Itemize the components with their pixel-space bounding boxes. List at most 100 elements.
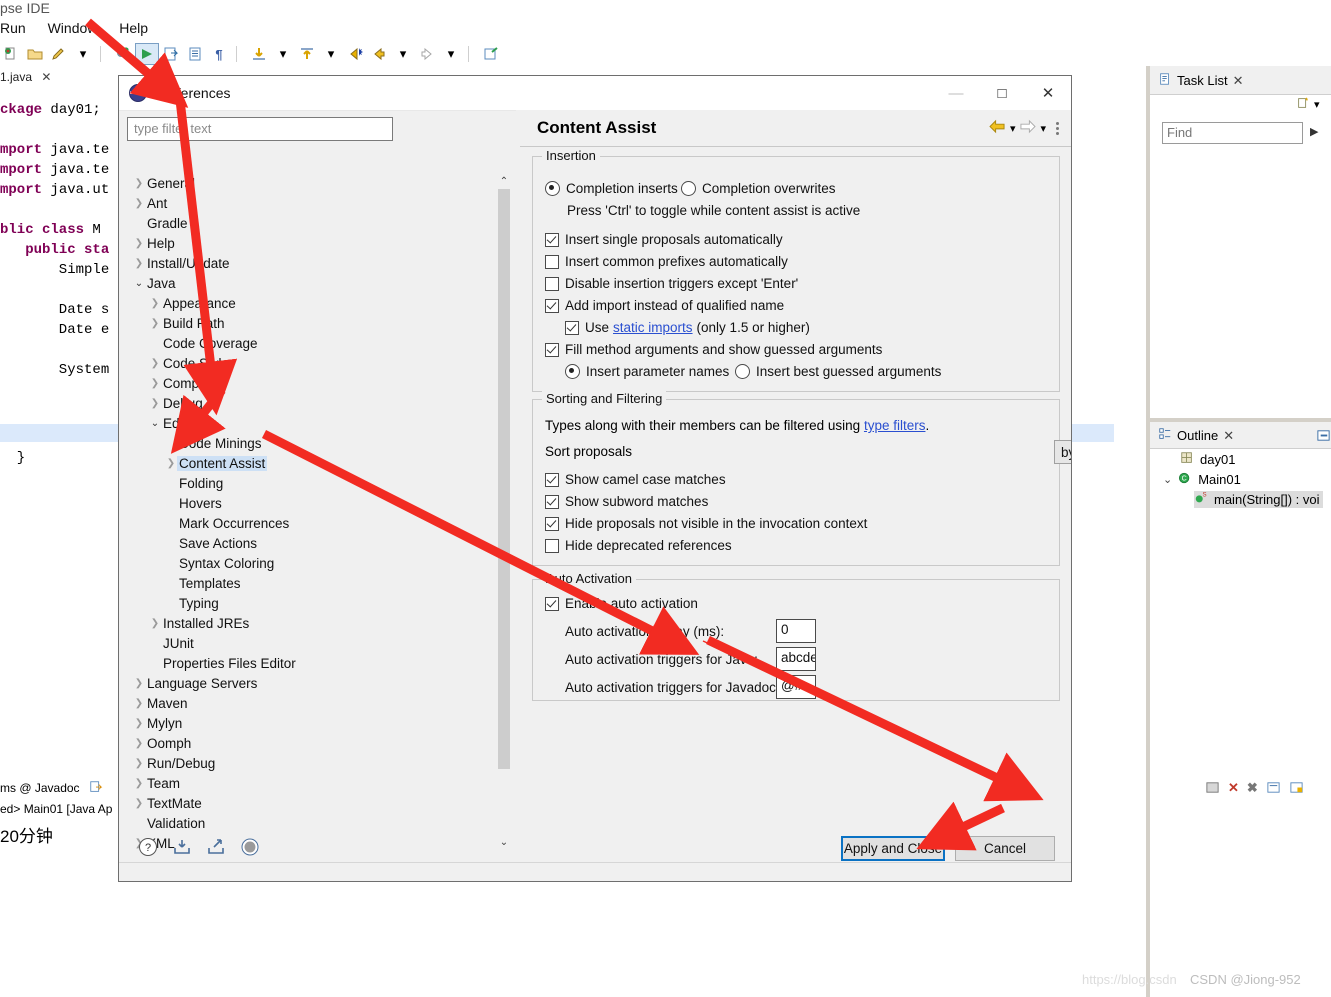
last-edit-icon[interactable] [344, 44, 366, 64]
tree-item-gradle[interactable]: Gradle [127, 213, 395, 233]
help-icon[interactable]: ? [137, 836, 159, 858]
tree-item-hovers[interactable]: Hovers [127, 493, 395, 513]
chevron-down-icon[interactable]: ▾ [440, 44, 462, 64]
external-tools-icon[interactable] [160, 44, 182, 64]
radio-completion-inserts[interactable]: Completion inserts [545, 181, 678, 196]
chevron-right-icon[interactable]: ❯ [133, 178, 145, 189]
chevron-right-icon[interactable]: ❯ [133, 798, 145, 809]
tree-item-junit[interactable]: JUnit [127, 633, 395, 653]
next-annotation-icon[interactable] [248, 44, 270, 64]
outline-row-main01[interactable]: ⌄ C Main01 [1163, 471, 1241, 488]
chevron-right-icon[interactable]: ❯ [133, 198, 145, 209]
tree-item-syntax-coloring[interactable]: Syntax Coloring [127, 553, 395, 573]
checkbox-insert-common-prefixes[interactable]: Insert common prefixes automatically [545, 254, 788, 269]
back-icon[interactable] [368, 44, 390, 64]
tree-item-language-servers[interactable]: ❯ Language Servers [127, 673, 395, 693]
code-editor-text[interactable]: ckage day01; mport java.te mport java.te… [0, 100, 120, 380]
filter-input[interactable]: type filter text [127, 117, 393, 141]
outline-row-day01[interactable]: day01 [1180, 451, 1235, 468]
sort-proposals-select[interactable]: by relevance ⌄ [1054, 440, 1071, 464]
tree-item-templates[interactable]: Templates [127, 573, 395, 593]
open-console-icon[interactable] [1289, 780, 1304, 798]
pencil-icon[interactable] [48, 44, 70, 64]
dialog-footer-icons[interactable]: ? [137, 836, 261, 858]
tree-item-folding[interactable]: Folding [127, 473, 395, 493]
checkbox-enable-auto-activation[interactable]: Enable auto activation [545, 596, 698, 611]
type-filters-link[interactable]: type filters [864, 418, 926, 433]
tree-item-install-update[interactable]: ❯ Install/Update [127, 253, 395, 273]
tree-item-save-actions[interactable]: Save Actions [127, 533, 395, 553]
chevron-right-icon[interactable]: ❯ [149, 318, 161, 329]
eclipse-circle-icon[interactable] [239, 836, 261, 858]
chevron-right-icon[interactable]: ❯ [133, 698, 145, 709]
chevron-down-icon[interactable]: ⌄ [133, 278, 145, 289]
tree-item-java[interactable]: ⌄ Java [127, 273, 395, 293]
chevron-down-icon[interactable]: ▾ [1010, 122, 1016, 135]
tree-item-code-coverage[interactable]: Code Coverage [127, 333, 395, 353]
outline-row-main-method[interactable]: S main(String[]) : voi [1194, 491, 1324, 508]
tree-item-content-assist[interactable]: ❯ Content Assist [127, 453, 395, 473]
close-icon[interactable]: ✕ [1233, 73, 1244, 89]
pane-toolbar[interactable]: ▾ ▾ [989, 119, 1063, 138]
menu-item-help[interactable]: Help [119, 20, 148, 36]
bottom-right-toolbar[interactable]: ✕ ✖ [1205, 780, 1304, 798]
back-icon[interactable] [989, 119, 1006, 138]
tasklist-toolbar[interactable]: ▾ [1296, 96, 1320, 113]
chevron-right-icon[interactable]: ❯ [149, 358, 161, 369]
tree-item-mark-occurrences[interactable]: Mark Occurrences [127, 513, 395, 533]
ide-toolbar[interactable]: ▾ ¶ ▾ ▾ ▾ ▾ [0, 42, 504, 66]
tree-scrollbar[interactable]: ⌃ ⌄ [497, 173, 511, 850]
javadoc-link-icon[interactable] [89, 781, 103, 795]
menu-item-window[interactable]: Window [48, 20, 98, 36]
tree-item-properties-files-editor[interactable]: Properties Files Editor [127, 653, 395, 673]
remove-all-icon[interactable]: ✖ [1247, 780, 1258, 798]
pin-console-icon[interactable] [1266, 780, 1281, 798]
new-task-icon[interactable] [1296, 96, 1310, 113]
import-icon[interactable] [171, 836, 193, 858]
close-icon[interactable]: ✕ [1223, 428, 1234, 444]
menu-dots-icon[interactable] [1056, 121, 1059, 135]
chevron-right-icon[interactable]: ❯ [133, 778, 145, 789]
checkbox-show-subword[interactable]: Show subword matches [545, 494, 708, 509]
apply-and-close-button[interactable]: Apply and Close [841, 836, 945, 861]
list-icon[interactable] [184, 44, 206, 64]
chevron-down-icon[interactable]: ⌄ [149, 418, 161, 429]
menu-item-run[interactable]: Run [0, 20, 26, 36]
chevron-right-icon[interactable]: ❯ [133, 718, 145, 729]
preferences-tree[interactable]: ❯ General ❯ Ant Gradle ❯ Help ❯ Install/Update ⌄ J… [127, 173, 395, 851]
tree-item-ant[interactable]: ❯ Ant [127, 193, 395, 213]
outline-minimize-icon[interactable] [1316, 428, 1331, 446]
tree-item-validation[interactable]: Validation [127, 813, 395, 833]
terminal-icon[interactable] [1205, 780, 1220, 798]
new-window-icon[interactable] [480, 44, 502, 64]
tree-item-compiler[interactable]: ❯ Compiler [127, 373, 395, 393]
new-icon[interactable] [0, 44, 22, 64]
tree-item-typing[interactable]: Typing [127, 593, 395, 613]
tab-outline[interactable]: Outline ✕ [1158, 427, 1234, 444]
tree-item-textmate[interactable]: ❯ TextMate [127, 793, 395, 813]
prev-annotation-icon[interactable] [296, 44, 318, 64]
close-button[interactable]: ✕ [1025, 77, 1071, 110]
editor-tab[interactable]: 1.java ✕ [0, 70, 110, 92]
checkbox-insert-single-proposals[interactable]: Insert single proposals automatically [545, 232, 783, 247]
tree-item-code-style[interactable]: ❯ Code Style [127, 353, 395, 373]
chevron-right-icon[interactable]: ❯ [133, 258, 145, 269]
tree-item-editor[interactable]: ⌄ Editor [127, 413, 395, 433]
auto-activation-javadoc-input[interactable]: @# [776, 675, 816, 699]
menu-bar[interactable]: Run Window Help [0, 20, 166, 40]
checkbox-show-camel-case[interactable]: Show camel case matches [545, 472, 726, 487]
checkbox-hide-not-visible[interactable]: Hide proposals not visible in the invoca… [545, 516, 867, 531]
chevron-right-icon[interactable]: ❯ [149, 618, 161, 629]
chevron-down-icon[interactable]: ▾ [1314, 98, 1320, 111]
checkbox-add-import[interactable]: Add import instead of qualified name [545, 298, 784, 313]
tree-item-debug[interactable]: ❯ Debug [127, 393, 395, 413]
tree-item-team[interactable]: ❯ Team [127, 773, 395, 793]
chevron-right-icon[interactable]: ❯ [133, 758, 145, 769]
chevron-down-icon[interactable]: ▾ [320, 44, 342, 64]
auto-activation-java-input[interactable]: abcde [776, 647, 816, 671]
auto-activation-delay-input[interactable]: 0 [776, 619, 816, 643]
tab-tasklist[interactable]: Task List ✕ [1158, 72, 1243, 89]
chevron-right-icon[interactable]: ❯ [149, 378, 161, 389]
maximize-button[interactable]: □ [979, 77, 1025, 110]
preferences-dialog[interactable]: Preferences — □ ✕ type filter text ❯ Gene… [118, 75, 1072, 882]
